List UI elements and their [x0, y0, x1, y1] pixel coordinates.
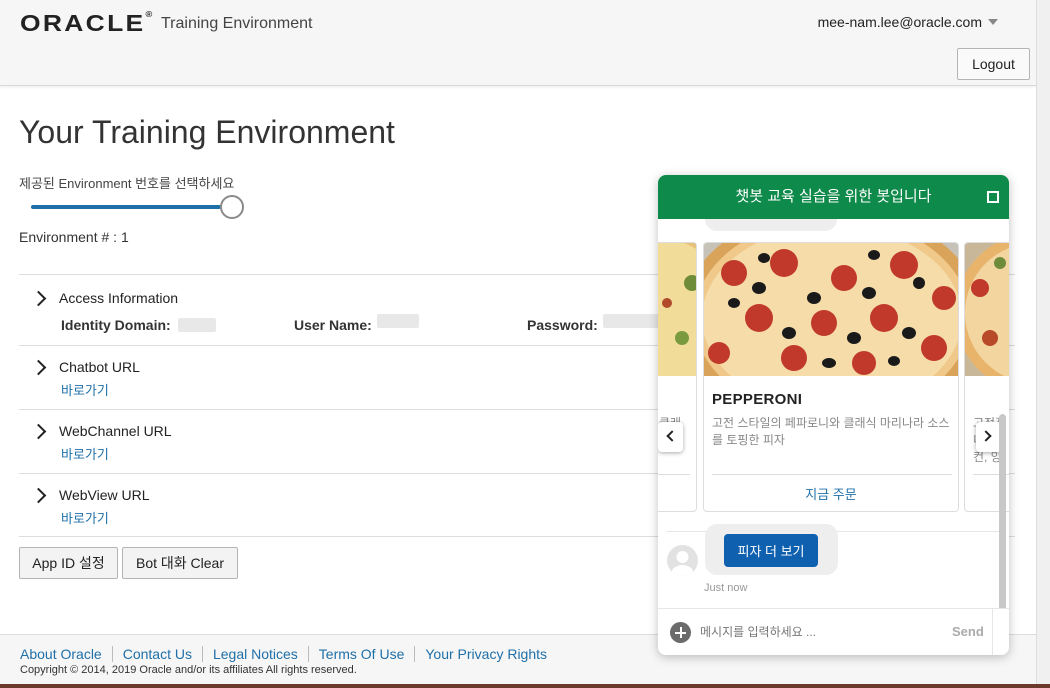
message-timestamp: Just now — [704, 582, 748, 594]
carousel-next-button[interactable] — [976, 422, 1001, 452]
order-now-action[interactable]: 지금 주문 — [704, 484, 958, 503]
card-title: PEPPERONI — [712, 391, 803, 408]
card-description: 고전 스타일의 페파로니와 클래식 마리나라 소스를 토핑한 피자 — [712, 416, 950, 447]
avatar-icon — [667, 545, 698, 576]
footer-link-contact[interactable]: Contact Us — [122, 646, 203, 662]
carousel-prev-button[interactable] — [658, 422, 683, 452]
maximize-icon[interactable] — [987, 191, 999, 203]
card-divider — [658, 474, 690, 475]
environment-number: Environment # : 1 — [19, 229, 129, 245]
environment-slider[interactable] — [31, 205, 221, 209]
footer-links: About Oracle Contact Us Legal Notices Terms… — [20, 646, 567, 662]
carousel-card-previous[interactable]: 클래 — [658, 242, 697, 512]
section-title[interactable]: WebChannel URL — [59, 423, 172, 439]
pizza-image — [704, 243, 958, 376]
caret-down-icon[interactable] — [988, 19, 998, 25]
slider-label: 제공된 Environment 번호를 선택하세요 — [19, 176, 235, 191]
chatbot-url-link[interactable]: 바로가기 — [61, 380, 109, 399]
chat-footer-divider — [992, 609, 993, 655]
send-button[interactable]: Send — [952, 624, 984, 639]
webview-url-link[interactable]: 바로가기 — [61, 508, 109, 527]
chat-widget: 챗봇 교육 실습을 위한 봇입니다 클래 — [658, 175, 1009, 655]
app-id-button[interactable]: App ID 설정 — [19, 547, 118, 579]
pizza-image-svg — [658, 243, 696, 376]
avatar-svg — [671, 551, 694, 576]
chat-title: 챗봇 교육 실습을 위한 봇입니다 — [735, 188, 932, 205]
identity-domain-label: Identity Domain: — [61, 317, 171, 333]
user-name-label: User Name: — [294, 317, 372, 333]
user-name-value — [377, 314, 419, 328]
password-label: Password: — [527, 317, 598, 333]
footer-link-legal[interactable]: Legal Notices — [212, 646, 309, 662]
password-value — [603, 314, 659, 328]
section-title[interactable]: Access Information — [59, 290, 178, 306]
chat-footer: Send — [658, 608, 1009, 655]
user-email-menu[interactable]: mee-nam.lee@oracle.com — [818, 14, 982, 30]
previous-message-bubble — [705, 219, 837, 231]
footer-link-about[interactable]: About Oracle — [20, 646, 113, 662]
plus-circle-icon[interactable] — [670, 622, 691, 643]
header-subtitle: Training Environment — [161, 15, 313, 32]
chevron-right-icon[interactable] — [30, 423, 47, 440]
chat-body: 클래 — [658, 219, 1009, 609]
copyright: Copyright © 2014, 2019 Oracle and/or its… — [20, 664, 357, 676]
chevron-right-icon[interactable] — [30, 359, 47, 376]
app-header: ORACLE® Training Environment mee-nam.lee… — [0, 0, 1036, 86]
more-pizza-button[interactable]: 피자 더 보기 — [724, 534, 818, 567]
carousel-card-pepperoni[interactable]: PEPPERONI 고전 스타일의 페파로니와 클래식 마리나라 소스를 토핑한… — [703, 242, 959, 512]
page-scrollbar[interactable] — [1036, 0, 1050, 688]
page-title: Your Training Environment — [19, 114, 395, 150]
webchannel-url-link[interactable]: 바로가기 — [61, 444, 109, 463]
chevron-left-icon — [666, 430, 678, 442]
card-divider — [712, 474, 952, 475]
bot-clear-button[interactable]: Bot 대화 Clear — [122, 547, 238, 579]
pizza-image — [658, 243, 696, 376]
pizza-image-svg — [965, 243, 1009, 376]
footer-link-terms[interactable]: Terms Of Use — [318, 646, 416, 662]
chat-header: 챗봇 교육 실습을 위한 봇입니다 — [658, 175, 1009, 219]
pepperoni-pizza-svg — [704, 243, 958, 376]
slider-thumb[interactable] — [220, 195, 244, 219]
logout-button[interactable]: Logout — [957, 48, 1030, 80]
chevron-right-icon[interactable] — [30, 290, 47, 307]
chat-scrollbar[interactable] — [999, 414, 1006, 609]
chevron-right-icon[interactable] — [30, 487, 47, 504]
pizza-image — [965, 243, 1009, 376]
footer-link-privacy[interactable]: Your Privacy Rights — [425, 646, 557, 662]
window-bottom-edge — [0, 684, 1050, 688]
identity-domain-value — [178, 318, 216, 332]
chat-message-input[interactable] — [700, 621, 930, 643]
section-title[interactable]: Chatbot URL — [59, 359, 140, 375]
section-title[interactable]: WebView URL — [59, 487, 150, 503]
oracle-logo: ORACLE® — [20, 10, 153, 36]
chevron-right-icon — [980, 430, 992, 442]
